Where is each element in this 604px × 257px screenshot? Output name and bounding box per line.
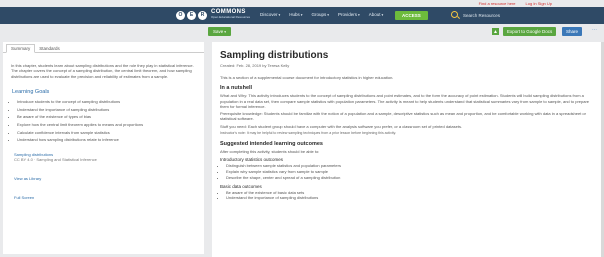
summary-text: In this chapter, students learn about sa… <box>11 63 194 79</box>
view-library-link[interactable]: View as Library <box>14 176 204 181</box>
full-screen-link[interactable]: Full Screen <box>14 195 204 200</box>
list-item: Introduce students to the concept of sam… <box>17 98 198 106</box>
access-button[interactable]: ACCESS <box>395 11 428 20</box>
outcomes-list: Be aware of the existence of basic data … <box>220 190 596 202</box>
nav-item-providers[interactable]: Providers <box>338 12 360 17</box>
license-info: Sampling distributions CC BY 4.0 · Sampl… <box>14 152 204 162</box>
nav-item-hubs[interactable]: Hubs <box>289 12 302 17</box>
outcomes-list: Distinguish between sample statistics an… <box>220 163 596 180</box>
logo-circle-icon: O <box>176 10 185 20</box>
section-heading: In a nutshell <box>220 85 253 92</box>
google-drive-icon[interactable]: ▲ <box>492 28 499 35</box>
page-title: Sampling distributions <box>220 50 329 61</box>
list-item: Understand the importance of sampling di… <box>17 106 198 114</box>
license-text: CC BY 4.0 · Sampling and Statistical Inf… <box>14 156 97 162</box>
list-item: Explore how the central limit theorem ap… <box>17 121 198 129</box>
article-meta: Created: Feb. 28, 2019 by Teresa Kelly <box>220 63 290 68</box>
save-button[interactable]: Save <box>208 27 231 36</box>
nav-item-discover[interactable]: Discover <box>260 12 280 17</box>
resource-content: Sampling distributions Created: Feb. 28,… <box>212 42 604 257</box>
subsection-heading: Basic data outcomes <box>220 183 262 189</box>
logo-circle-icon: R <box>198 10 207 20</box>
site-logo[interactable]: O E R COMMONS Open Educational Resources <box>176 9 251 20</box>
share-button[interactable]: Share <box>562 27 583 36</box>
main-nav: Discover Hubs Groups Providers About <box>260 12 383 17</box>
learning-goals-list: Introduce students to the concept of sam… <box>3 98 204 144</box>
resource-sidebar: Summary Standards In this chapter, stude… <box>3 42 204 254</box>
outcomes-intro: After completing this activity, students… <box>220 148 320 154</box>
list-item: Be aware of the existence of types of bi… <box>17 113 198 121</box>
logo-circle-icon: E <box>187 10 196 20</box>
stuff-text: Stuff you need: Each student group shoul… <box>220 123 463 129</box>
more-options-icon[interactable]: ⋯ <box>592 27 597 33</box>
subsection-heading: Introductory statistics outcomes <box>220 157 284 163</box>
list-item: Calculate confidence intervals from samp… <box>17 129 198 137</box>
logo-word: COMMONS Open Educational Resources <box>211 9 251 19</box>
instructor-note: Instructor's note: It may be helpful to … <box>220 131 397 136</box>
tab-summary[interactable]: Summary <box>6 44 36 53</box>
sidebar-tabs: Summary Standards <box>3 42 204 53</box>
search-icon[interactable] <box>451 11 458 18</box>
prereq-text: Prerequisite knowledge: Students should … <box>220 111 586 122</box>
nav-item-about[interactable]: About <box>369 12 384 17</box>
resource-toolbar: Save ▲ Export to Google Docs Share ⋯ <box>0 26 604 38</box>
list-item: Understand how sampling distributions re… <box>17 136 198 144</box>
nav-item-groups[interactable]: Groups <box>312 12 330 17</box>
export-google-docs-button[interactable]: Export to Google Docs <box>503 27 557 36</box>
list-item: Understand the importance of sampling di… <box>226 195 596 201</box>
nutshell-text: What and Why: This activity introduces s… <box>220 93 590 109</box>
search-input[interactable] <box>463 11 517 19</box>
list-item: Describe the shape, center and spread of… <box>226 175 596 181</box>
top-navbar: O E R COMMONS Open Educational Resources … <box>0 7 604 24</box>
tab-standards[interactable]: Standards <box>35 45 64 52</box>
learning-goals-title: Learning Goals <box>12 89 50 96</box>
intro-text: This is a section of a supplemental cour… <box>220 75 394 80</box>
article: Sampling distributions Created: Feb. 28,… <box>212 42 604 201</box>
section-heading: Suggested intended learning outcomes <box>220 140 323 147</box>
